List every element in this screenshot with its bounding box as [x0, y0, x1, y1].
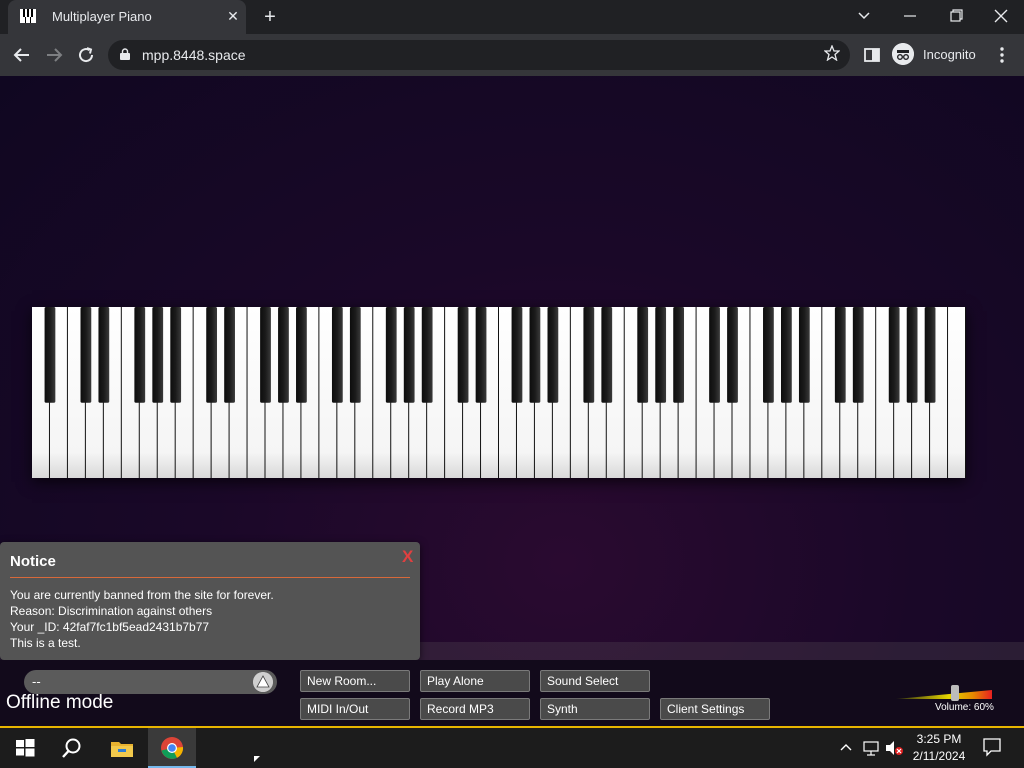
notice-line: Your _ID: 42faf7fc1bf5ead2431b7b77 [10, 620, 210, 634]
address-bar[interactable]: mpp.8448.space [108, 40, 850, 70]
new-room-button[interactable]: New Room... [300, 670, 410, 692]
black-key[interactable] [44, 307, 56, 403]
volume-track [896, 690, 992, 699]
black-key[interactable] [727, 307, 738, 403]
black-key[interactable] [673, 307, 685, 403]
network-icon[interactable] [862, 740, 880, 756]
black-key[interactable] [349, 307, 361, 403]
black-key[interactable] [511, 307, 523, 403]
black-key[interactable] [529, 307, 541, 403]
client-settings-button[interactable]: Client Settings [660, 698, 770, 720]
black-key[interactable] [601, 307, 613, 403]
black-key[interactable] [547, 307, 559, 403]
black-key[interactable] [475, 307, 487, 403]
room-selector[interactable]: -- [24, 670, 277, 694]
lock-icon [120, 48, 130, 60]
black-key[interactable] [134, 307, 146, 403]
piano-keyboard[interactable] [32, 307, 966, 478]
black-key[interactable] [763, 307, 774, 403]
black-key[interactable] [296, 307, 307, 403]
notice-body: You are currently banned from the site f… [10, 587, 274, 651]
minimize-icon[interactable] [898, 6, 922, 26]
black-key[interactable] [224, 307, 235, 403]
black-key[interactable] [385, 307, 397, 403]
notice-line: This is a test. [10, 636, 81, 650]
tab-search-icon[interactable] [852, 6, 876, 26]
taskbar: 3:25 PM 2/11/2024 [0, 726, 1024, 768]
mouse-cursor-icon [254, 756, 260, 762]
black-key[interactable] [906, 307, 918, 403]
black-key[interactable] [834, 307, 846, 403]
offline-status: Offline mode [6, 692, 114, 713]
incognito-icon [892, 43, 914, 65]
black-key[interactable] [260, 307, 271, 403]
white-key[interactable] [948, 307, 965, 478]
black-key[interactable] [852, 307, 864, 403]
page-content: Notice X You are currently banned from t… [0, 76, 1024, 726]
volume-label: Volume: 60% [935, 702, 994, 713]
reload-icon[interactable] [75, 44, 97, 66]
chevron-up-icon[interactable] [839, 740, 853, 754]
side-panel-icon[interactable] [861, 44, 883, 66]
incognito-label: Incognito [923, 47, 976, 62]
black-key[interactable] [709, 307, 720, 403]
sound-select-button[interactable]: Sound Select [540, 670, 650, 692]
browser-tab[interactable]: Multiplayer Piano ✕ [8, 0, 246, 34]
black-key[interactable] [888, 307, 900, 403]
black-key[interactable] [655, 307, 667, 403]
black-key[interactable] [403, 307, 415, 403]
bookmark-star-icon[interactable] [824, 45, 840, 61]
search-icon[interactable] [60, 736, 84, 760]
controls-bar: -- Offline mode New Room... Play Alone S… [0, 660, 1024, 726]
black-key[interactable] [206, 307, 218, 403]
tab-close-icon[interactable]: ✕ [224, 7, 242, 25]
black-key[interactable] [781, 307, 792, 403]
notice-divider [10, 577, 410, 578]
notification-icon[interactable] [982, 737, 1002, 757]
forward-icon[interactable] [43, 44, 65, 66]
notice-title: Notice [10, 553, 56, 570]
tab-strip: Multiplayer Piano ✕ + [0, 0, 1024, 34]
black-key[interactable] [170, 307, 182, 403]
record-mp3-button[interactable]: Record MP3 [420, 698, 530, 720]
volume-knob[interactable] [951, 685, 960, 701]
tab-title: Multiplayer Piano [52, 9, 152, 24]
volume-slider[interactable]: Volume: 60% [896, 680, 996, 716]
triangle-up-icon[interactable] [253, 672, 273, 692]
notice-close-button[interactable]: X [402, 547, 413, 567]
windows-start-icon[interactable] [13, 736, 37, 760]
black-key[interactable] [457, 307, 469, 403]
black-key[interactable] [152, 307, 164, 403]
black-key[interactable] [331, 307, 343, 403]
notice-line: Reason: Discrimination against others [10, 604, 213, 618]
piano-icon [20, 9, 36, 23]
browser-toolbar: mpp.8448.space Incognito [0, 34, 1024, 76]
notice-popup: Notice X You are currently banned from t… [0, 542, 420, 668]
black-key[interactable] [80, 307, 92, 403]
black-key[interactable] [278, 307, 289, 403]
black-key[interactable] [583, 307, 595, 403]
clock-time: 3:25 PM [916, 732, 962, 746]
notice-line: You are currently banned from the site f… [10, 588, 274, 602]
synth-button[interactable]: Synth [540, 698, 650, 720]
new-tab-button[interactable]: + [260, 7, 280, 27]
restore-icon[interactable] [944, 6, 968, 26]
black-key[interactable] [924, 307, 936, 403]
black-key[interactable] [421, 307, 433, 403]
chrome-taskbar-button[interactable] [148, 728, 196, 768]
system-clock[interactable]: 3:25 PM 2/11/2024 [900, 731, 978, 765]
play-alone-button[interactable]: Play Alone [420, 670, 530, 692]
file-explorer-icon[interactable] [110, 736, 134, 760]
black-key[interactable] [98, 307, 110, 403]
black-key[interactable] [637, 307, 649, 403]
midi-button[interactable]: MIDI In/Out [300, 698, 410, 720]
room-value: -- [32, 674, 41, 689]
close-window-icon[interactable] [989, 6, 1013, 26]
back-icon[interactable] [11, 44, 33, 66]
black-key[interactable] [798, 307, 810, 403]
url-text[interactable]: mpp.8448.space [142, 47, 246, 63]
clock-date: 2/11/2024 [912, 749, 966, 763]
chrome-icon [161, 737, 184, 759]
menu-dots-icon[interactable] [991, 44, 1013, 66]
